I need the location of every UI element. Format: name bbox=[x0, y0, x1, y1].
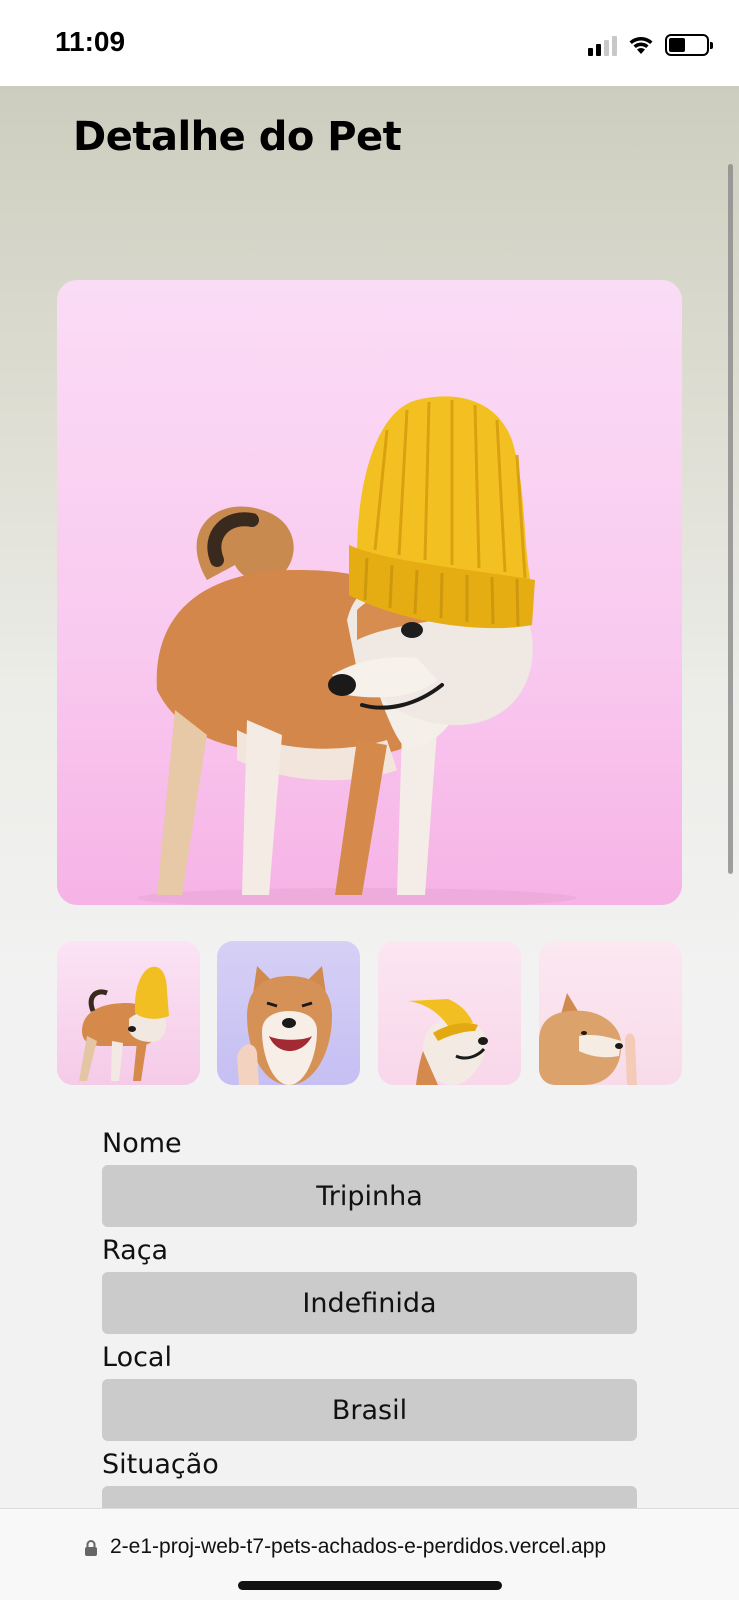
dog-smiling-thumbnail-icon bbox=[237, 966, 332, 1085]
lock-icon bbox=[85, 1540, 97, 1556]
thumbnail-2[interactable] bbox=[217, 941, 360, 1085]
dog-with-hat-thumbnail-icon bbox=[408, 999, 488, 1085]
status-bar: 11:09 bbox=[0, 0, 739, 86]
thumbnail-3[interactable] bbox=[378, 941, 521, 1085]
status-time: 11:09 bbox=[55, 26, 126, 57]
page-title: Detalhe do Pet bbox=[73, 114, 402, 160]
field-value-nome: Tripinha bbox=[102, 1165, 637, 1227]
battery-level bbox=[669, 38, 686, 52]
shiba-dog-illustration bbox=[137, 396, 577, 905]
page-content[interactable]: Detalhe do Pet Nome Tripinha Raça Indefi… bbox=[0, 86, 739, 1508]
dog-with-beanie-thumbnail-icon bbox=[79, 966, 169, 1081]
thumbnail-strip bbox=[57, 941, 682, 1085]
browser-url-bar[interactable]: 2-e1-proj-web-t7-pets-achados-e-perdidos… bbox=[0, 1508, 739, 1600]
field-value-local: Brasil bbox=[102, 1379, 637, 1441]
field-label-situacao: Situação bbox=[102, 1449, 219, 1480]
field-value-situacao bbox=[102, 1486, 637, 1508]
status-icons bbox=[588, 30, 713, 60]
home-indicator[interactable] bbox=[238, 1581, 502, 1590]
thumbnail-1[interactable] bbox=[57, 941, 200, 1085]
dog-profile-thumbnail-icon bbox=[539, 993, 637, 1085]
battery-icon bbox=[665, 34, 713, 56]
field-label-nome: Nome bbox=[102, 1128, 182, 1159]
signal-icon bbox=[588, 34, 617, 56]
field-label-local: Local bbox=[102, 1342, 172, 1373]
field-value-raca: Indefinida bbox=[102, 1272, 637, 1334]
main-pet-photo[interactable] bbox=[57, 280, 682, 905]
field-label-raca: Raça bbox=[102, 1235, 169, 1266]
scrollbar[interactable] bbox=[728, 164, 733, 874]
thumbnail-4[interactable] bbox=[539, 941, 682, 1085]
wifi-icon bbox=[629, 37, 653, 54]
url-text[interactable]: 2-e1-proj-web-t7-pets-achados-e-perdidos… bbox=[110, 1535, 606, 1559]
